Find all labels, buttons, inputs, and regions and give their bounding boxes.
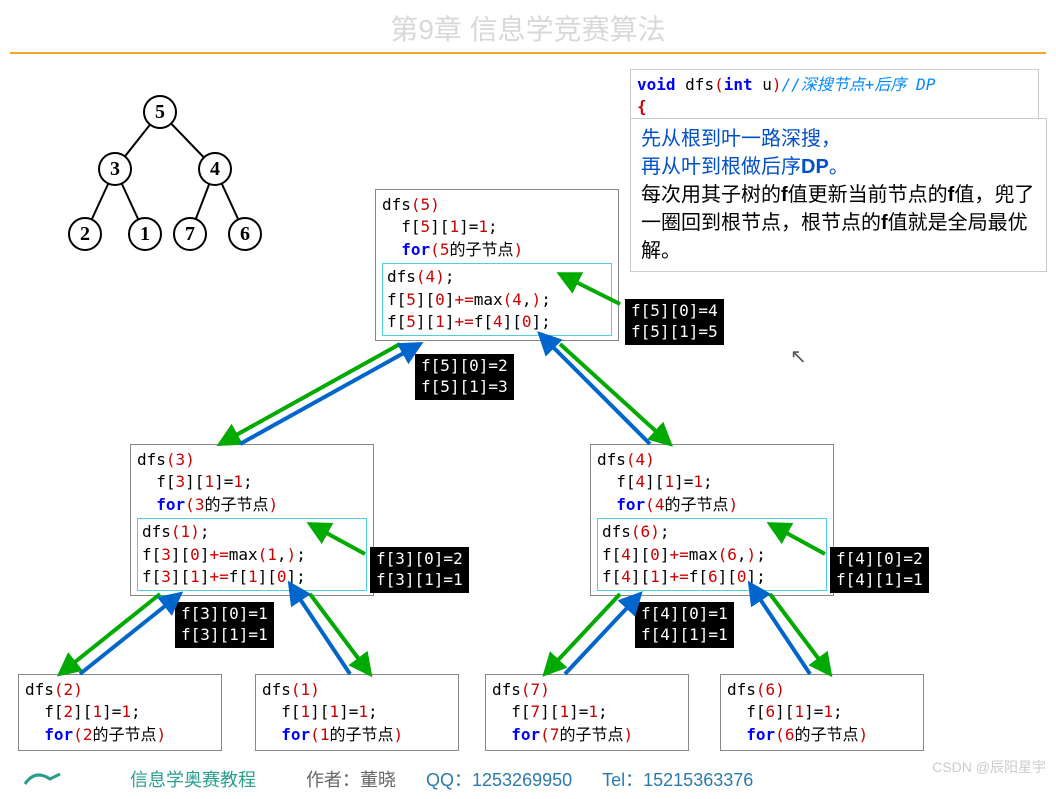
explanation-note: 先从根到叶一路深搜， 再从叶到根做后序DP。 每次用其子树的f值更新当前节点的f… [630,118,1047,272]
watermark: CSDN @辰阳星宇 [932,757,1046,777]
dfs5-box: dfs(5) f[5][1]=1; for(5的子节点) dfs(4); f[5… [375,189,619,341]
dfs7-box: dfs(7) f[7][1]=1; for(7的子节点) [485,674,689,751]
dfs5-inner: dfs(4); f[5][0]+=max(4,); f[5][1]+=f[4][… [382,263,612,336]
tree-diagram: 5 3 4 2 1 7 6 [60,84,320,284]
svg-text:5: 5 [155,101,165,123]
page-title: 第9章 信息学竞赛算法 [0,0,1056,52]
dfs3-result-b: f[3][0]=1f[3][1]=1 [175,602,274,648]
dfs4-result-a: f[4][0]=2f[4][1]=1 [830,547,929,593]
dfs5-result-b: f[5][0]=2f[5][1]=3 [415,354,514,400]
svg-text:6: 6 [240,223,250,245]
dfs3-box: dfs(3) f[3][1]=1; for(3的子节点) dfs(1); f[3… [130,444,374,596]
dfs6-box: dfs(6) f[6][1]=1; for(6的子节点) [720,674,924,751]
dfs4-result-b: f[4][0]=1f[4][1]=1 [635,602,734,648]
svg-text:2: 2 [80,223,90,245]
cursor-icon: ↖ [790,344,807,369]
svg-text:4: 4 [210,158,220,180]
dfs3-inner: dfs(1); f[3][0]+=max(1,); f[3][1]+=f[1][… [137,518,367,591]
dfs2-box: dfs(2) f[2][1]=1; for(2的子节点) [18,674,222,751]
dfs1-box: dfs(1) f[1][1]=1; for(1的子节点) [255,674,459,751]
logo-icon [20,764,70,794]
footer: 信息学奥赛教程 作者：董晓 QQ：1253269950 Tel：15215363… [0,759,1056,799]
diagram-area: 5 3 4 2 1 7 6 void dfs(int u)//深搜节点+后序 D… [0,54,1056,774]
svg-text:3: 3 [110,158,120,180]
dfs3-result-a: f[3][0]=2f[3][1]=1 [370,547,469,593]
dfs4-inner: dfs(6); f[4][0]+=max(6,); f[4][1]+=f[6][… [597,518,827,591]
svg-text:1: 1 [140,223,150,245]
dfs4-box: dfs(4) f[4][1]=1; for(4的子节点) dfs(6); f[4… [590,444,834,596]
svg-text:7: 7 [185,223,195,245]
code-signature: void dfs(int u)//深搜节点+后序 DP { [630,69,1039,124]
dfs5-result-a: f[5][0]=4f[5][1]=5 [625,299,724,345]
